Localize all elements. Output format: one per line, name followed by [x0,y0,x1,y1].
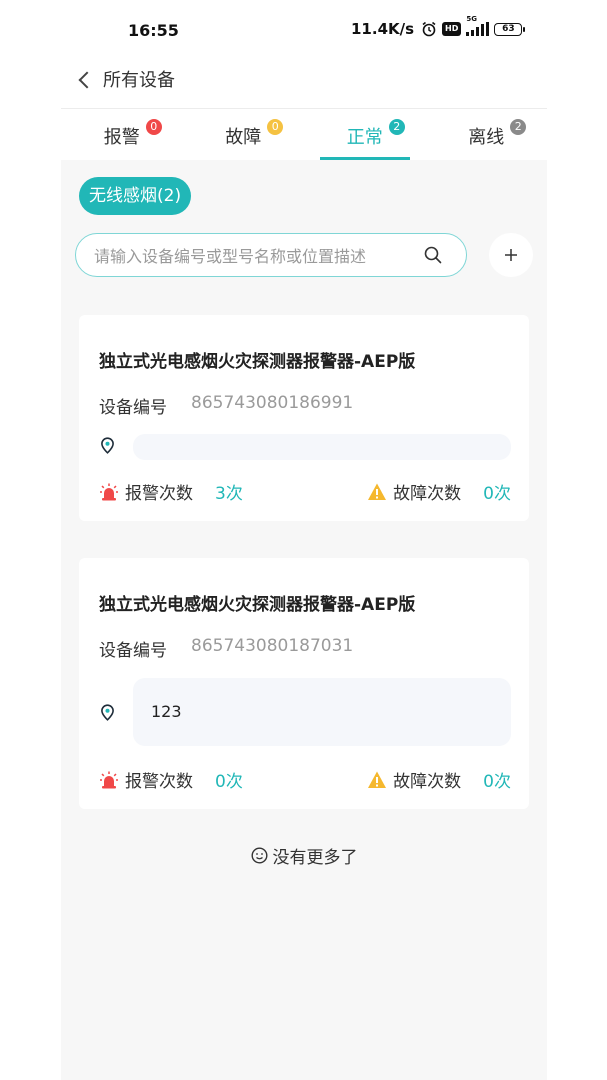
tab-offline[interactable]: 离线 2 [426,109,548,160]
tab-label: 离线 [468,127,505,148]
alarm-count-value: 0次 [215,772,243,792]
search-icon[interactable] [424,246,442,264]
location-field: 123 [133,678,511,746]
smile-icon [250,847,268,864]
tab-label: 故障 [225,127,262,148]
net-speed: 11.4K/s [351,20,415,38]
fault-count-value: 0次 [483,484,511,504]
no-more-text: 没有更多了 [272,848,358,868]
fault-count-value: 0次 [483,772,511,792]
device-type-chip[interactable]: 无线感烟(2) [79,177,192,215]
fault-stat: 故障次数 0次 [367,479,511,504]
tab-normal[interactable]: 正常 2 [304,109,426,160]
search-box [75,233,467,278]
tab-alarm[interactable]: 报警 0 [61,109,183,160]
warning-icon [368,483,387,500]
alarm-stat: 报警次数 3次 [99,479,243,504]
nav-bar: 所有设备 [61,62,547,109]
warning-icon [368,771,387,788]
hd-icon: HD [442,22,462,36]
device-card[interactable]: 独立式光电感烟火灾探测器报警器-AEP版 设备编号 86574308018703… [79,558,529,809]
count-badge: 0 [267,119,284,135]
signal-icon: 5G [466,15,490,36]
status-time: 16:55 [128,21,179,40]
alarm-clock-icon [422,21,436,37]
alarm-siren-icon [100,771,118,788]
plus-icon [505,249,517,261]
device-title: 独立式光电感烟火灾探测器报警器-AEP版 [99,595,416,615]
search-input[interactable] [92,234,416,278]
tab-fault[interactable]: 故障 0 [183,109,305,160]
app-frame: 所有设备 报警 0 故障 0 正常 2 离线 2 无线感烟(2) 请输入设备编号… [61,62,547,1080]
active-tab-indicator [319,157,410,160]
alarm-siren-icon [100,483,118,500]
alarm-count-value: 3次 [215,484,243,504]
location-pin-icon [101,704,114,721]
fault-stat: 故障次数 0次 [367,767,511,792]
device-code-value: 865743080187031 [191,636,354,656]
device-code-row: 设备编号 865743080186991 [99,393,353,418]
fault-count-label: 故障次数 [393,772,462,792]
status-icons: 11.4K/s HD 5G 63 [351,15,526,38]
alarm-stat: 报警次数 0次 [99,767,243,792]
fault-count-label: 故障次数 [393,484,462,504]
network-type: 5G [466,15,478,23]
device-code-label: 设备编号 [99,641,167,661]
device-stats: 报警次数 0次 故障次数 0次 [99,767,511,792]
device-code-label: 设备编号 [99,398,167,418]
count-badge: 2 [388,119,405,135]
tab-label: 正常 [346,127,383,148]
count-badge: 0 [145,119,162,135]
device-stats: 报警次数 3次 故障次数 0次 [99,479,511,504]
device-card[interactable]: 独立式光电感烟火灾探测器报警器-AEP版 设备编号 86574308018699… [79,315,529,521]
no-more-footer: 没有更多了 [61,843,547,868]
alarm-count-label: 报警次数 [125,484,193,504]
device-code-value: 865743080186991 [191,393,354,413]
status-tabs: 报警 0 故障 0 正常 2 离线 2 [61,109,547,160]
status-bar: 16:55 11.4K/s HD 5G 63 [0,0,607,62]
device-title: 独立式光电感烟火灾探测器报警器-AEP版 [99,352,416,372]
chevron-left-icon [78,71,96,88]
alarm-count-label: 报警次数 [125,772,193,792]
count-badge: 2 [510,119,527,135]
page-title: 所有设备 [103,70,175,91]
battery-icon: 63 [494,22,526,36]
location-pin-icon [101,437,114,454]
back-button[interactable]: 所有设备 [77,66,175,92]
device-code-row: 设备编号 865743080187031 [99,636,353,661]
tab-label: 报警 [103,127,140,148]
location-field [133,434,511,460]
add-device-button[interactable] [489,233,533,277]
